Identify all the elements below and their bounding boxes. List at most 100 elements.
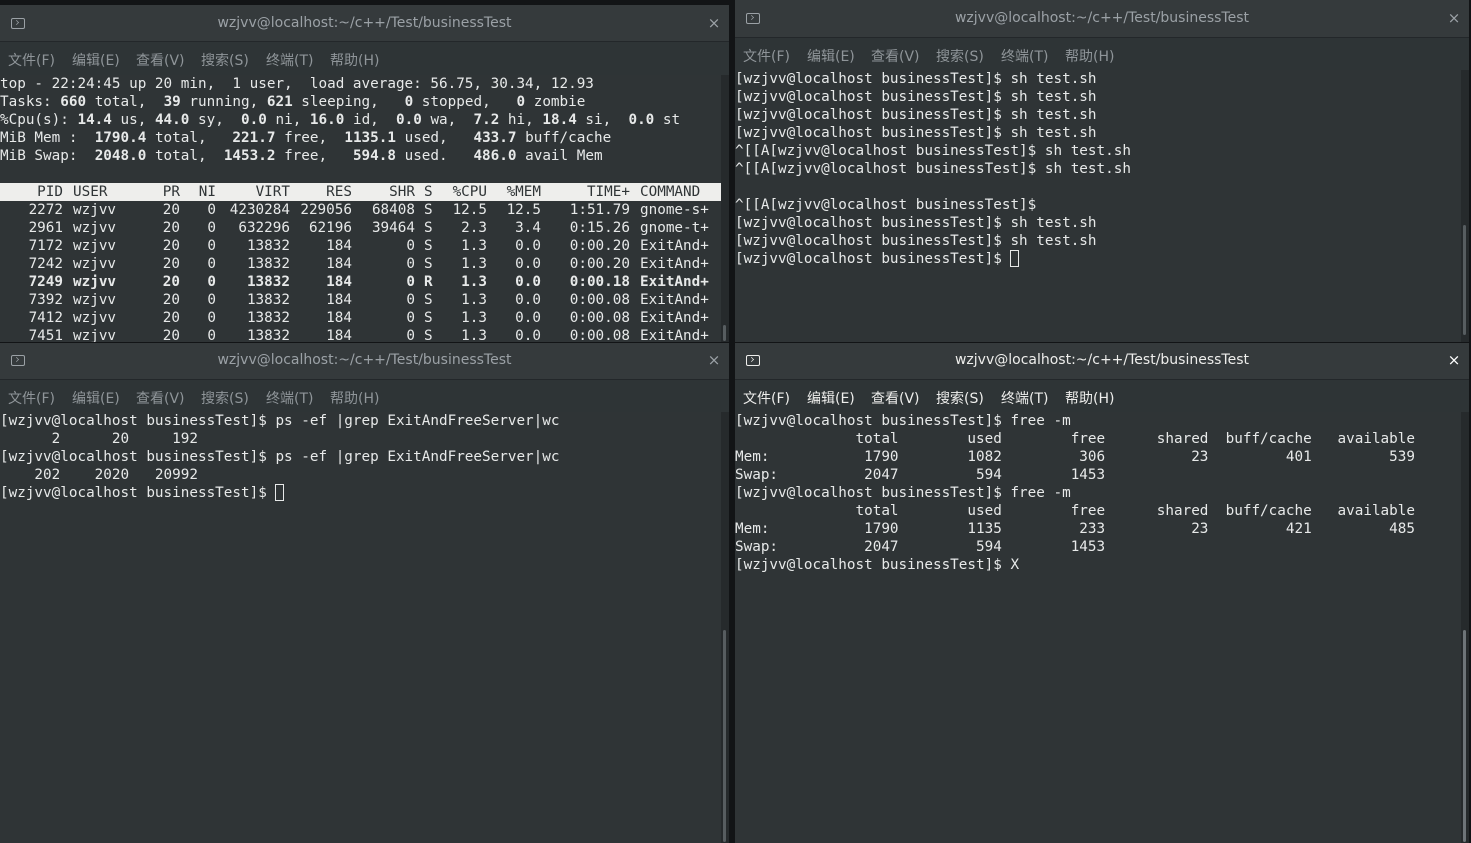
process-row[interactable]: 2961 wzjvv 20 0 632296 62196 39464 S 2.3 3.4 0:15.… — [0, 219, 721, 237]
process-cell-shr: 0 — [406, 328, 415, 342]
menu-help[interactable]: 帮助(H) — [330, 388, 379, 408]
title-bar[interactable]: wzjvv@localhost:~/c++/Test/businessTest … — [735, 0, 1469, 38]
process-cell-virt: 13832 — [246, 292, 290, 308]
process-row[interactable]: 7392 wzjvv 20 0 13832 184 0 S 1.3 0.0 0:00.08 ExitA… — [0, 291, 721, 309]
process-cell-time: 0:00.08 — [569, 328, 630, 342]
process-cell-user: wzjvv — [73, 256, 117, 272]
column-header: PID — [37, 184, 63, 200]
title-bar[interactable]: wzjvv@localhost:~/c++/Test/businessTest … — [735, 343, 1469, 380]
process-cell-cmd: ExitAnd+ — [640, 238, 709, 254]
scrollbar-thumb[interactable] — [1463, 225, 1466, 335]
process-cell-ni: 0 — [207, 238, 216, 254]
menu-search[interactable]: 搜索(S) — [201, 50, 249, 70]
column-header: S — [424, 184, 433, 200]
summary-segment: MiB Mem : — [0, 130, 95, 146]
column-header: VIRT — [255, 184, 290, 200]
close-icon[interactable]: × — [705, 14, 723, 32]
process-cell-pid: 2961 — [28, 220, 63, 236]
title-bar[interactable]: wzjvv@localhost:~/c++/Test/businessTest … — [0, 5, 729, 42]
prompt-line: [wzjvv@localhost businessTest]$ — [735, 250, 1461, 268]
process-cell-mem: 0.0 — [515, 328, 541, 342]
menu-help[interactable]: 帮助(H) — [1065, 46, 1114, 66]
terminal-output[interactable]: [wzjvv@localhost businessTest]$ ps -ef |… — [0, 412, 721, 843]
summary-segment: si, — [576, 112, 629, 128]
menu-view[interactable]: 查看(V) — [871, 388, 920, 408]
prompt-line: [wzjvv@localhost businessTest]$ — [0, 484, 721, 502]
scrollbar[interactable] — [1461, 70, 1469, 342]
process-cell-pr: 20 — [162, 220, 180, 236]
output-line: [wzjvv@localhost businessTest]$ sh test.… — [735, 233, 1097, 249]
process-cell-shr: 0 — [406, 238, 415, 254]
process-row[interactable]: 7451 wzjvv 20 0 13832 184 0 S 1.3 0.0 0:00.08 ExitA… — [0, 327, 721, 342]
menu-file[interactable]: 文件(F) — [743, 388, 790, 408]
process-cell-cpu: 2.3 — [461, 220, 487, 236]
process-cell-pid: 2272 — [28, 202, 63, 218]
process-row[interactable]: 7412 wzjvv 20 0 13832 184 0 S 1.3 0.0 0:00.08 ExitA… — [0, 309, 721, 327]
scrollbar[interactable] — [721, 75, 729, 342]
scrollbar[interactable] — [1461, 412, 1469, 843]
summary-segment: hi, — [499, 112, 543, 128]
process-row[interactable]: 2272 wzjvv 20 0 4230284 229056 68408 S 12.5 12.5 1… — [0, 201, 721, 219]
process-cell-user: wzjvv — [73, 310, 117, 326]
menu-search[interactable]: 搜索(S) — [201, 388, 249, 408]
column-header: NI — [198, 184, 216, 200]
close-icon[interactable]: × — [1445, 9, 1463, 27]
scrollbar-thumb[interactable] — [723, 325, 726, 341]
summary-segment: zombie — [525, 94, 586, 110]
menu-help[interactable]: 帮助(H) — [330, 50, 379, 70]
scrollbar-thumb[interactable] — [723, 630, 726, 842]
menu-file[interactable]: 文件(F) — [8, 388, 55, 408]
process-cell-virt: 632296 — [238, 220, 290, 236]
menu-file[interactable]: 文件(F) — [743, 46, 790, 66]
close-icon[interactable]: × — [1445, 351, 1463, 369]
menu-terminal[interactable]: 终端(T) — [266, 388, 313, 408]
process-cell-user: wzjvv — [73, 274, 117, 290]
terminal-output[interactable]: [wzjvv@localhost businessTest]$ sh test.… — [735, 70, 1461, 342]
summary-segment: 0.0 — [628, 112, 655, 128]
menu-bar: 文件(F) 编辑(E) 查看(V) 搜索(S) 终端(T) 帮助(H) — [735, 380, 1469, 415]
terminal-window-top[interactable]: wzjvv@localhost:~/c++/Test/businessTest … — [0, 5, 729, 342]
terminal-window-free[interactable]: wzjvv@localhost:~/c++/Test/businessTest … — [735, 343, 1469, 843]
menu-terminal[interactable]: 终端(T) — [266, 50, 313, 70]
scrollbar-thumb[interactable] — [1463, 630, 1466, 842]
menu-view[interactable]: 查看(V) — [136, 50, 185, 70]
summary-segment: total, — [86, 94, 164, 110]
menu-help[interactable]: 帮助(H) — [1065, 388, 1114, 408]
output-line: ^[[A[wzjvv@localhost businessTest]$ sh t… — [735, 143, 1131, 159]
process-cell-cmd: ExitAnd+ — [640, 274, 709, 290]
title-bar[interactable]: wzjvv@localhost:~/c++/Test/businessTest … — [0, 343, 729, 380]
column-header: TIME+ — [586, 184, 630, 200]
process-cell-res: 229056 — [300, 202, 352, 218]
process-row[interactable]: 7249 wzjvv 20 0 13832 184 0 R 1.3 0.0 0:00.18 ExitA… — [0, 273, 721, 291]
process-table-header: PID USER PR NI VIRT RES SHR S %CPU %MEM TIME+ COMMA… — [0, 183, 721, 201]
menu-edit[interactable]: 编辑(E) — [72, 50, 120, 70]
menu-search[interactable]: 搜索(S) — [936, 46, 984, 66]
menu-search[interactable]: 搜索(S) — [936, 388, 984, 408]
close-icon[interactable]: × — [705, 351, 723, 369]
menu-edit[interactable]: 编辑(E) — [807, 388, 855, 408]
process-cell-ni: 0 — [207, 310, 216, 326]
output-line: [wzjvv@localhost businessTest]$ sh test.… — [735, 71, 1097, 87]
process-row[interactable]: 7172 wzjvv 20 0 13832 184 0 S 1.3 0.0 0:00.20 ExitA… — [0, 237, 721, 255]
scrollbar[interactable] — [721, 412, 729, 843]
terminal-output[interactable]: [wzjvv@localhost businessTest]$ free -m … — [735, 412, 1461, 843]
terminal-output[interactable]: top - 22:24:45 up 20 min, 1 user, load a… — [0, 75, 721, 342]
menu-edit[interactable]: 编辑(E) — [72, 388, 120, 408]
process-cell-cmd: gnome-s+ — [640, 202, 709, 218]
menu-view[interactable]: 查看(V) — [136, 388, 185, 408]
menu-terminal[interactable]: 终端(T) — [1001, 388, 1048, 408]
menu-terminal[interactable]: 终端(T) — [1001, 46, 1048, 66]
process-cell-ni: 0 — [207, 292, 216, 308]
process-cell-mem: 0.0 — [515, 310, 541, 326]
terminal-window-ps[interactable]: wzjvv@localhost:~/c++/Test/businessTest … — [0, 343, 729, 843]
summary-segment: 0 — [516, 94, 526, 110]
column-header: SHR — [389, 184, 415, 200]
process-row[interactable]: 7242 wzjvv 20 0 13832 184 0 S 1.3 0.0 0:00.20 ExitA… — [0, 255, 721, 273]
terminal-window-test[interactable]: wzjvv@localhost:~/c++/Test/businessTest … — [735, 0, 1469, 342]
summary-segment: free, — [275, 148, 353, 164]
menu-edit[interactable]: 编辑(E) — [807, 46, 855, 66]
column-header: PR — [162, 184, 180, 200]
menu-view[interactable]: 查看(V) — [871, 46, 920, 66]
process-cell-res: 184 — [326, 310, 352, 326]
menu-file[interactable]: 文件(F) — [8, 50, 55, 70]
